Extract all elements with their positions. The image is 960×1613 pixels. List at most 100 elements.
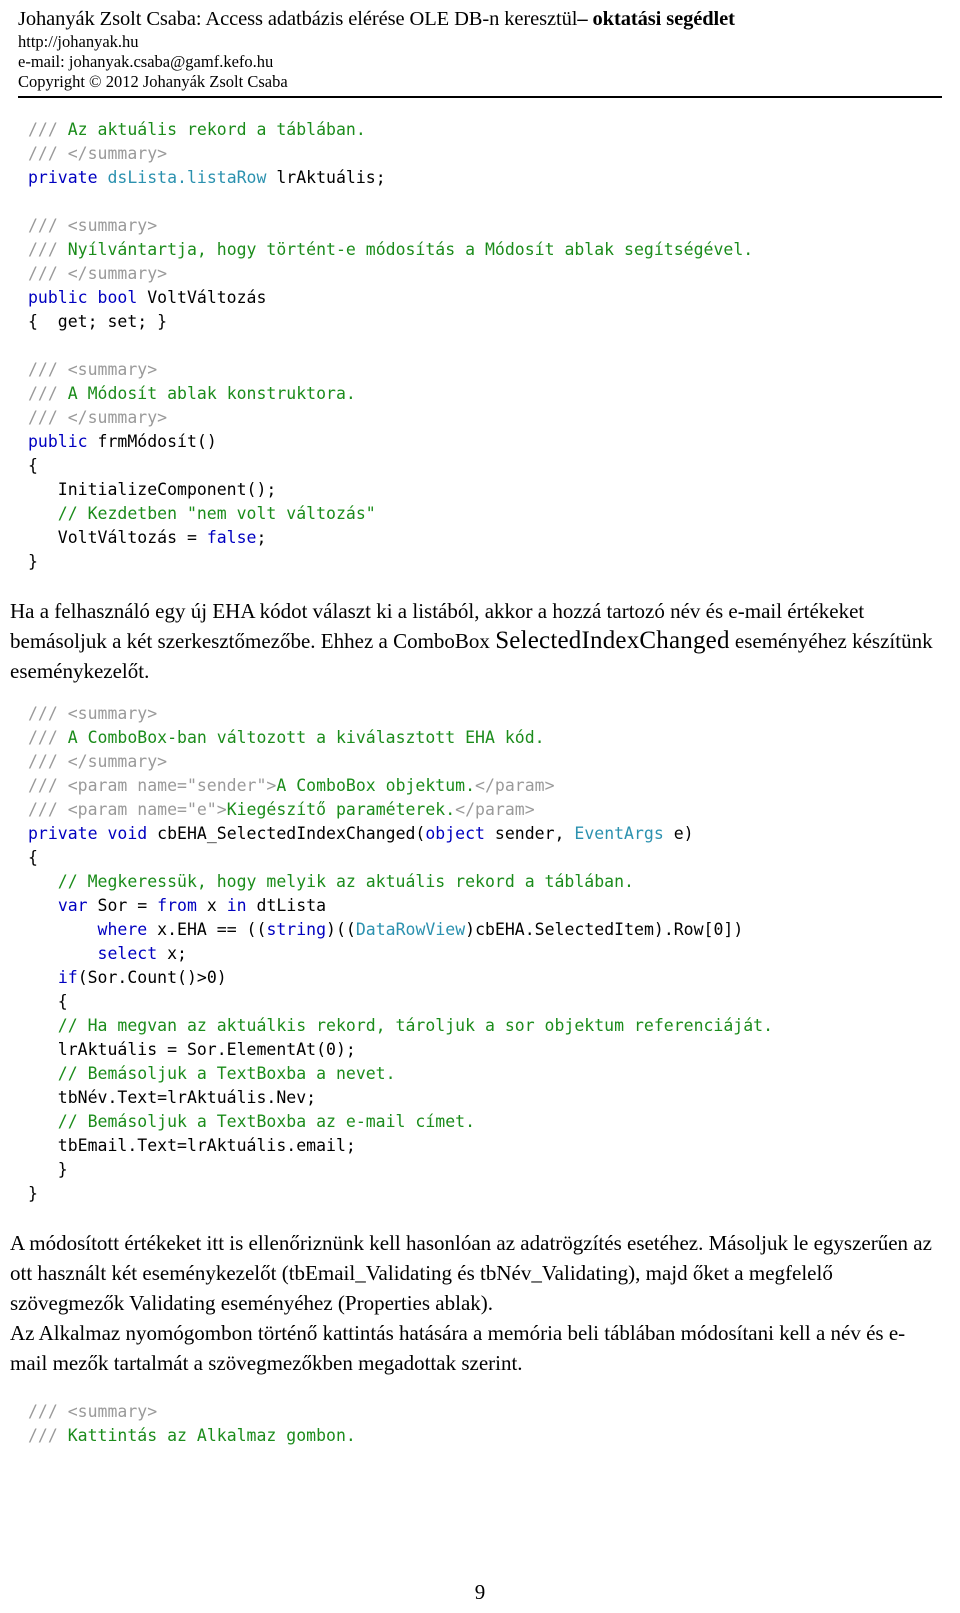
code-token: public bool	[28, 288, 138, 307]
code-block-3: /// <summary> /// Kattintás az Alkalmaz g…	[0, 1400, 960, 1448]
code-line: { get; set; }	[28, 310, 960, 334]
code-token: false	[206, 528, 257, 547]
code-line: tbNév.Text=lrAktuális.Nev;	[28, 1086, 960, 1110]
code-token: /// <summary>	[28, 1402, 158, 1421]
code-line: /// Nyílvántartja, hogy történt-e módosí…	[28, 238, 960, 262]
code-token: x.EHA == ((	[147, 920, 267, 939]
code-block-1: /// Az aktuális rekord a táblában. /// </…	[0, 118, 960, 574]
code-token: /// <summary>	[28, 704, 158, 723]
code-line: /// A Módosít ablak konstruktora.	[28, 382, 960, 406]
code-line: /// </summary>	[28, 262, 960, 286]
code-token: from	[157, 896, 197, 915]
code-token: </param>	[455, 800, 535, 819]
code-token: }	[28, 1184, 38, 1203]
code-line: /// <param name="e">Kiegészítő paraméter…	[28, 798, 960, 822]
code-line: // Ha megvan az aktuálkis rekord, tárolj…	[28, 1014, 960, 1038]
code-line: // Megkeressük, hogy melyik az aktuális …	[28, 870, 960, 894]
header-title-line: Johanyák Zsolt Csaba: Access adatbázis e…	[18, 6, 942, 32]
code-token: where	[97, 920, 148, 939]
header-title-bold: – oktatási segédlet	[577, 8, 735, 30]
code-token: ///	[28, 384, 68, 403]
code-token: { get; set; }	[28, 312, 168, 331]
code-token: tbNév.Text=lrAktuális.Nev;	[28, 1088, 317, 1107]
code-line: public frmMódosít()	[28, 430, 960, 454]
code-token: select	[97, 944, 158, 963]
code-token: VoltVáltozás	[137, 288, 267, 307]
code-token: InitializeComponent();	[28, 480, 277, 499]
code-line: private dsLista.listaRow lrAktuális;	[28, 166, 960, 190]
code-token: A Módosít ablak konstruktora.	[67, 384, 356, 403]
code-token: private	[28, 168, 108, 187]
code-token: lrAktuális = Sor.ElementAt(0);	[28, 1040, 356, 1059]
code-line: /// <summary>	[28, 1400, 960, 1424]
code-line: /// <summary>	[28, 214, 960, 238]
code-line: {	[28, 846, 960, 870]
paragraph-alkalmaz: Az Alkalmaz nyomógombon történő kattintá…	[10, 1321, 906, 1375]
code-token: Az aktuális rekord a táblában.	[67, 120, 366, 139]
code-line: public bool VoltVáltozás	[28, 286, 960, 310]
code-line: }	[28, 1182, 960, 1206]
code-line: /// </summary>	[28, 142, 960, 166]
paragraph-1-emphasis: SelectedIndexChanged	[495, 627, 730, 654]
code-token: dtLista	[246, 896, 327, 915]
code-token: /// </summary>	[28, 408, 168, 427]
header-email: e-mail: johanyak.csaba@gamf.kefo.hu	[18, 52, 274, 71]
code-token: {	[28, 848, 38, 867]
code-token: ///	[28, 1426, 68, 1445]
code-line: }	[28, 1158, 960, 1182]
code-token: object	[425, 824, 485, 843]
code-line: /// <summary>	[28, 358, 960, 382]
code-line: /// <param name="sender">A ComboBox obje…	[28, 774, 960, 798]
code-token: DataRowView	[355, 920, 466, 939]
paragraph-combobox-intro: Ha a felhasználó egy új EHA kódot válasz…	[0, 596, 960, 686]
code-token: Sor =	[87, 896, 158, 915]
code-line: /// Kattintás az Alkalmaz gombon.	[28, 1424, 960, 1448]
code-token: /// </summary>	[28, 264, 168, 283]
code-token: /// <param name="e">	[28, 800, 227, 819]
code-token: Kiegészítő paraméterek.	[226, 800, 456, 819]
code-line: /// Az aktuális rekord a táblában.	[28, 118, 960, 142]
code-line: tbEmail.Text=lrAktuális.email;	[28, 1134, 960, 1158]
code-token: tbEmail.Text=lrAktuális.email;	[28, 1136, 356, 1155]
code-token: {	[28, 456, 38, 475]
code-line: InitializeComponent();	[28, 478, 960, 502]
code-token: if	[57, 968, 78, 987]
code-token: dsLista.listaRow	[107, 168, 267, 187]
document-page: Johanyák Zsolt Csaba: Access adatbázis e…	[0, 0, 960, 1613]
code-token: Kattintás az Alkalmaz gombon.	[67, 1426, 356, 1445]
code-token: // Megkeressük, hogy melyik az aktuális …	[28, 872, 634, 891]
code-block-2: /// <summary> /// A ComboBox-ban változot…	[0, 702, 960, 1206]
code-line: select x;	[28, 942, 960, 966]
code-line: VoltVáltozás = false;	[28, 526, 960, 550]
code-token: A ComboBox objektum.	[276, 776, 476, 795]
paragraph-validation: A módosított értékeket itt is ellenőrizn…	[10, 1231, 932, 1315]
code-line: {	[28, 990, 960, 1014]
code-token: /// <summary>	[28, 216, 158, 235]
code-token: EventArgs	[574, 824, 664, 843]
code-token: sender,	[484, 824, 575, 843]
code-token: }	[28, 552, 38, 571]
code-token: x;	[157, 944, 187, 963]
code-token: ;	[256, 528, 267, 547]
document-header: Johanyák Zsolt Csaba: Access adatbázis e…	[0, 0, 960, 92]
code-token: x	[196, 896, 227, 915]
code-token: // Bemásoljuk a TextBoxba a nevet.	[28, 1064, 396, 1083]
code-line: /// </summary>	[28, 406, 960, 430]
code-token: public	[28, 432, 98, 451]
code-token: /// <summary>	[28, 360, 158, 379]
code-line: {	[28, 454, 960, 478]
code-line: lrAktuális = Sor.ElementAt(0);	[28, 1038, 960, 1062]
code-token: private void	[28, 824, 148, 843]
header-url: http://johanyak.hu	[18, 32, 139, 51]
code-line: if(Sor.Count()>0)	[28, 966, 960, 990]
code-token: // Bemásoljuk a TextBoxba az e-mail címe…	[28, 1112, 476, 1131]
code-token: Nyílvántartja, hogy történt-e módosítás …	[67, 240, 754, 259]
code-token: }	[28, 1160, 68, 1179]
code-token: cbEHA_SelectedIndexChanged(	[147, 824, 426, 843]
code-token: ///	[28, 240, 68, 259]
